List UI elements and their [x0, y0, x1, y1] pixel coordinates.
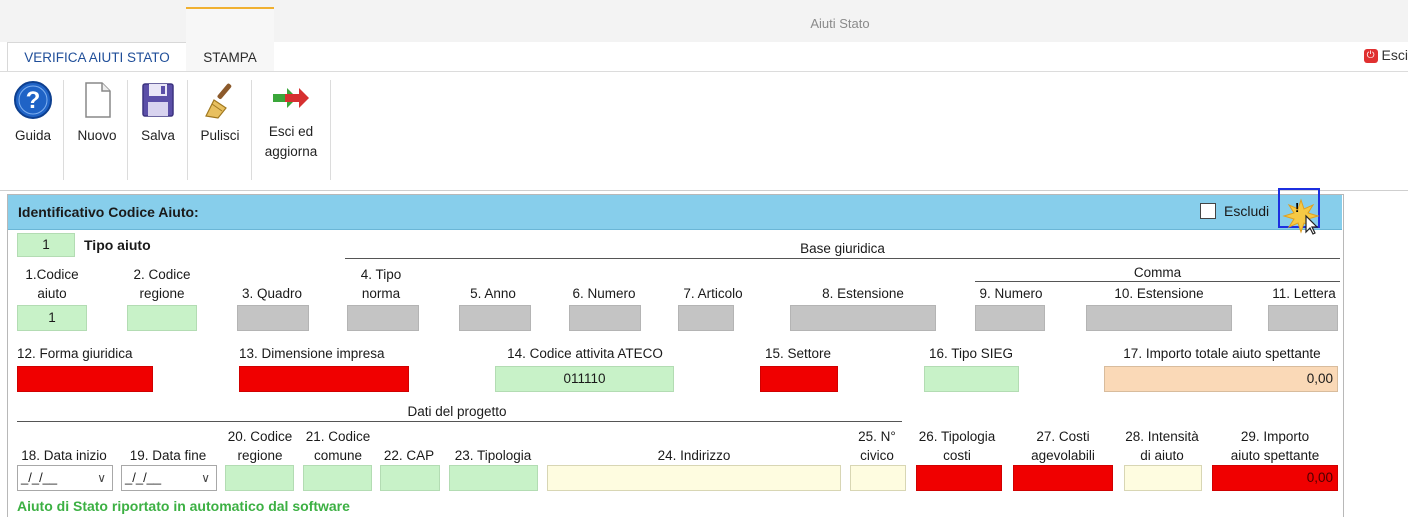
indirizzo-field[interactable] — [547, 465, 841, 491]
comma-label: Comma — [1133, 265, 1182, 280]
exit-button[interactable]: ⏻ Esci — [1363, 47, 1408, 64]
codice-ateco-field[interactable]: 011110 — [495, 366, 674, 392]
estensione-label: 8. Estensione — [822, 286, 904, 301]
warning-button[interactable]: ! — [1278, 188, 1320, 235]
ribbon-separator — [330, 80, 331, 180]
comma-numero-field[interactable] — [975, 305, 1045, 331]
warning-burst-icon — [1282, 198, 1320, 235]
tipo-norma-label: 4. Tipo norma — [360, 267, 402, 301]
tab-verifica-aiuti-stato[interactable]: VERIFICA AIUTI STATO — [7, 42, 187, 73]
articolo-field[interactable] — [678, 305, 734, 331]
articolo-label: 7. Articolo — [683, 286, 743, 301]
importo-totale-field[interactable]: 0,00 — [1104, 366, 1338, 392]
chevron-down-icon[interactable]: ∨ — [201, 466, 210, 490]
footer-note: Aiuto di Stato riportato in automatico d… — [17, 498, 350, 514]
tipo-aiuto-field[interactable]: 1 — [17, 233, 75, 257]
cap-label: 22. CAP — [383, 448, 435, 463]
forma-giuridica-label: 12. Forma giuridica — [17, 346, 133, 361]
tipologia-costi-label: 26. Tipologia costi — [918, 429, 996, 463]
comma-numero-label: 9. Numero — [979, 286, 1043, 301]
data-inizio-label: 18. Data inizio — [21, 448, 107, 463]
comma-lettera-field[interactable] — [1268, 305, 1338, 331]
ribbon-separator — [63, 80, 64, 180]
tipo-aiuto-label: Tipo aiuto — [84, 237, 151, 253]
quadro-field[interactable] — [237, 305, 309, 331]
data-inizio-picker[interactable]: _/_/__ ∨ — [17, 465, 113, 491]
importo-totale-label: 17. Importo totale aiuto spettante — [1123, 346, 1321, 361]
costi-agevolabili-label: 27. Costi agevolabili — [1031, 429, 1095, 463]
help-icon: ? — [14, 81, 52, 119]
numero-civico-field[interactable] — [850, 465, 906, 491]
cap-field[interactable] — [380, 465, 440, 491]
tipo-sieg-label: 16. Tipo SIEG — [928, 346, 1014, 361]
nuovo-button[interactable]: Nuovo — [70, 80, 124, 143]
codice-comune-label: 21. Codice comune — [305, 429, 371, 463]
codice-comune-field[interactable] — [303, 465, 372, 491]
dimensione-impresa-label: 13. Dimensione impresa — [239, 346, 385, 361]
tipologia-label: 23. Tipologia — [454, 448, 532, 463]
tab-stampa[interactable]: STAMPA — [186, 7, 274, 73]
data-fine-picker[interactable]: _/_/__ ∨ — [121, 465, 217, 491]
tipo-sieg-field[interactable] — [924, 366, 1019, 392]
dimensione-impresa-field[interactable] — [239, 366, 409, 392]
codice-aiuto-label: 1.Codice aiuto — [25, 267, 79, 301]
ribbon-separator — [251, 80, 252, 180]
new-document-icon — [85, 82, 111, 118]
ribbon-separator — [127, 80, 128, 180]
indirizzo-label: 24. Indirizzo — [657, 448, 731, 463]
chevron-down-icon[interactable]: ∨ — [97, 466, 106, 490]
panel-header — [8, 195, 1342, 230]
estensione-field[interactable] — [790, 305, 936, 331]
codice-aiuto-field[interactable]: 1 — [17, 305, 87, 331]
tipologia-field[interactable] — [449, 465, 538, 491]
anno-field[interactable] — [459, 305, 531, 331]
numero-label: 6. Numero — [572, 286, 636, 301]
importo-aiuto-field[interactable]: 0,00 — [1212, 465, 1338, 491]
costi-agevolabili-field[interactable] — [1013, 465, 1113, 491]
dati-progetto-label: Dati del progetto — [407, 404, 507, 419]
salva-button[interactable]: Salva — [134, 80, 182, 143]
quadro-label: 3. Quadro — [241, 286, 303, 301]
tipo-norma-field[interactable] — [347, 305, 419, 331]
ribbon-separator — [187, 80, 188, 180]
settore-label: 15. Settore — [764, 346, 832, 361]
base-giuridica-rule — [345, 258, 1340, 259]
exit-arrows-icon — [273, 88, 309, 108]
numero-civico-label: 25. N° civico — [858, 429, 896, 463]
broom-icon — [205, 83, 232, 119]
codice-ateco-label: 14. Codice attivita ATECO — [507, 346, 663, 361]
base-giuridica-label: Base giuridica — [800, 241, 885, 256]
codice-regione-field[interactable] — [127, 305, 197, 331]
comma-estensione-label: 10. Estensione — [1114, 286, 1204, 301]
svg-text:?: ? — [26, 87, 41, 114]
guida-button[interactable]: ? Guida — [8, 80, 58, 143]
comma-lettera-label: 11. Lettera — [1272, 286, 1336, 301]
comma-rule — [975, 281, 1340, 282]
panel-title: Identificativo Codice Aiuto: — [18, 204, 199, 220]
dati-progetto-rule — [17, 421, 902, 422]
codice-regione-progetto-field[interactable] — [225, 465, 294, 491]
escludi-checkbox[interactable] — [1200, 203, 1216, 219]
codice-regione-progetto-label: 20. Codice regione — [227, 429, 293, 463]
save-icon — [142, 83, 174, 117]
data-fine-label: 19. Data fine — [129, 448, 207, 463]
anno-label: 5. Anno — [470, 286, 516, 301]
importo-aiuto-label: 29. Importo aiuto spettante — [1230, 429, 1320, 463]
pulisci-button[interactable]: Pulisci — [193, 80, 247, 143]
intensita-aiuto-label: 28. Intensità di aiuto — [1125, 429, 1199, 463]
numero-field[interactable] — [569, 305, 641, 331]
intensita-aiuto-field[interactable] — [1124, 465, 1202, 491]
warning-badge: ! — [1295, 200, 1300, 215]
close-icon: ⏻ — [1363, 49, 1378, 64]
esci-ed-aggiorna-button[interactable]: Esci ed aggiorna — [256, 80, 326, 162]
escludi-label: Escludi — [1224, 203, 1270, 219]
comma-estensione-field[interactable] — [1086, 305, 1232, 331]
codice-regione-label: 2. Codice regione — [133, 267, 191, 301]
tipologia-costi-field[interactable] — [916, 465, 1002, 491]
settore-field[interactable] — [760, 366, 838, 392]
forma-giuridica-field[interactable] — [17, 366, 153, 392]
